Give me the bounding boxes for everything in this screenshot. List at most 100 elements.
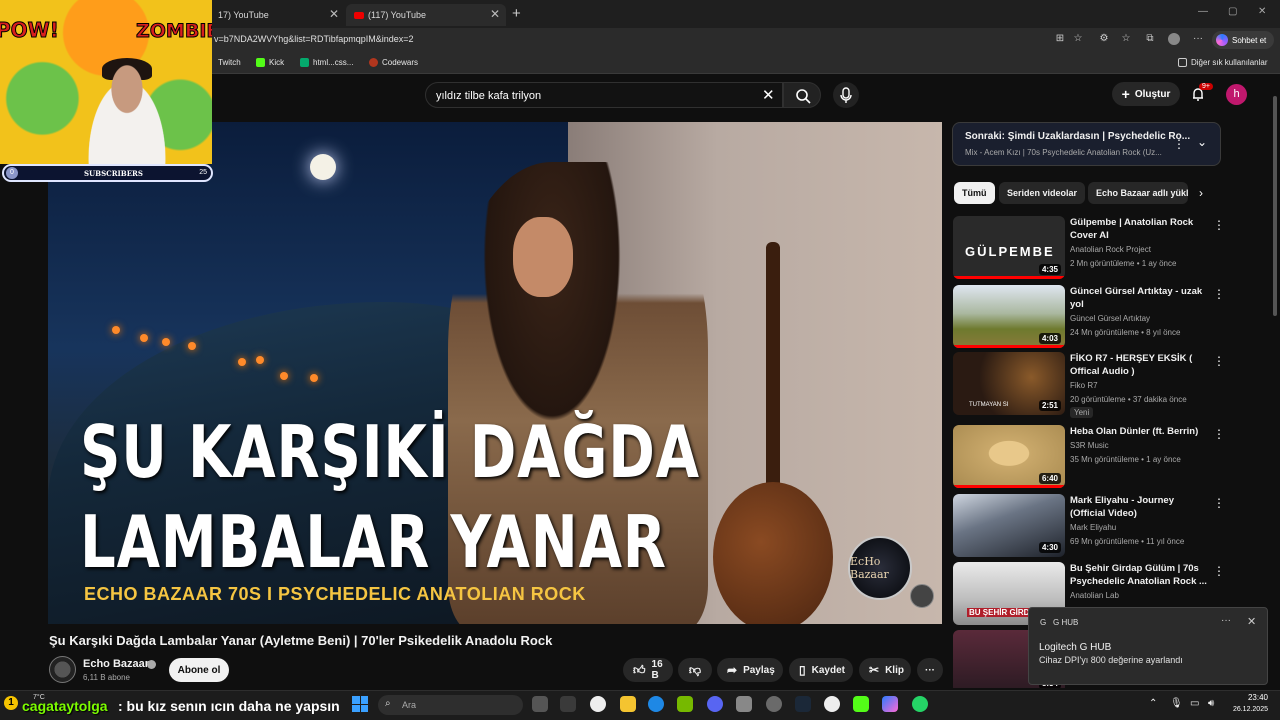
notification-toast[interactable]: G G HUB ··· ✕ Logitech G HUB Cihaz DPI'y… <box>1028 607 1268 685</box>
app-icon[interactable] <box>736 696 752 712</box>
avatar[interactable]: h <box>1226 84 1247 105</box>
new-tab-button[interactable]: + <box>512 5 521 22</box>
display-icon[interactable]: ▭ <box>1190 698 1199 709</box>
whatsapp-icon[interactable] <box>912 696 928 712</box>
share-button[interactable]: ➦ Paylaş <box>717 658 783 682</box>
maximize-icon[interactable]: ▢ <box>1228 6 1237 17</box>
edge-icon[interactable] <box>648 696 664 712</box>
recommendation-meta: 35 Mn görüntüleme • 1 ay önce <box>1070 455 1181 464</box>
kick-icon[interactable] <box>853 696 869 712</box>
lamp <box>280 372 288 380</box>
thumbnail-face <box>513 217 573 297</box>
other-bookmarks[interactable]: Diğer sık kullanılanlar <box>1178 58 1267 67</box>
scrollbar[interactable] <box>1272 76 1278 688</box>
taskbar-search[interactable]: ⌕ Ara <box>378 695 523 715</box>
app-icon[interactable] <box>824 696 840 712</box>
url-field[interactable]: v=b7NDA2WVYhg&list=RDTibfapmqpIM&index=2 <box>214 34 414 44</box>
video-player[interactable]: ŞU KARŞIKİ DAĞDA LAMBALAR YANAR ECHO BAZ… <box>48 122 942 624</box>
recommendation-thumbnail[interactable]: 4:03 <box>953 285 1065 348</box>
search-input[interactable]: yıldız tilbe kafa trilyon <box>425 82 783 108</box>
weather-icon[interactable]: 1 <box>4 696 18 710</box>
like-button[interactable]: 👍︎ 16 B <box>623 658 673 682</box>
favorites-icon[interactable]: ☆ <box>1120 33 1132 45</box>
clock-date[interactable]: 26.12.2025 <box>1222 706 1268 713</box>
bookmark-kick[interactable]: Kick <box>256 58 284 67</box>
microphone-button[interactable] <box>833 82 859 108</box>
kebab-icon[interactable]: ⋮ <box>1173 137 1185 151</box>
recommendation-thumbnail[interactable]: 4:30 <box>953 494 1065 557</box>
kebab-icon[interactable]: ⋮ <box>1213 218 1225 232</box>
youtube-icon <box>354 11 364 19</box>
kebab-icon[interactable]: ⋮ <box>1213 564 1225 578</box>
notification-app: G HUB <box>1053 618 1079 627</box>
recommendation-thumbnail[interactable]: TUTMAYAN SI 2:51 <box>953 352 1065 415</box>
subscribe-button[interactable]: Abone ol <box>169 658 229 682</box>
task-view-icon[interactable] <box>532 696 548 712</box>
more-actions-button[interactable]: ··· <box>917 658 943 682</box>
dislike-button[interactable]: 👎︎ <box>678 658 712 682</box>
recommendation-item[interactable]: 4:30 Mark Eliyahu - Journey (Official Vi… <box>953 494 1253 558</box>
kebab-icon[interactable]: ⋮ <box>1213 354 1225 368</box>
clear-search-icon[interactable]: ✕ <box>762 86 775 104</box>
kebab-icon[interactable]: ⋮ <box>1213 427 1225 441</box>
chatgpt-icon[interactable] <box>590 696 606 712</box>
streamer <box>78 60 176 164</box>
like-count: 16 B <box>651 659 663 681</box>
copilot-button[interactable]: Sohbet et <box>1212 31 1274 49</box>
file-explorer-icon[interactable] <box>620 696 636 712</box>
volume-icon[interactable]: 🔊︎ <box>1208 698 1214 709</box>
close-icon[interactable]: ✕ <box>329 7 339 21</box>
recommendation-item[interactable]: GÜLPEMBE 4:35 Gülpembe | Anatolian Rock … <box>953 216 1253 280</box>
close-icon[interactable]: ✕ <box>490 7 500 21</box>
recommendation-thumbnail[interactable]: GÜLPEMBE 4:35 <box>953 216 1065 279</box>
recommendation-item[interactable]: 6:40 Heba Olan Dünler (ft. Berrin) S3R M… <box>953 425 1253 489</box>
nvidia-icon[interactable] <box>677 696 693 712</box>
channel-name[interactable]: Echo Bazaar <box>83 658 149 670</box>
clock-time[interactable]: 23:40 <box>1228 693 1268 702</box>
profile-icon[interactable] <box>1168 33 1180 45</box>
start-button[interactable] <box>352 696 368 712</box>
thumbnail-subtitle: ECHO BAZAAR 70S I PSYCHEDELIC ANATOLIAN … <box>84 584 586 604</box>
more-icon[interactable]: ··· <box>1221 615 1231 626</box>
chip-all[interactable]: Tümü <box>954 182 995 204</box>
save-button[interactable]: ▯ Kaydet <box>789 658 853 682</box>
app-icon[interactable] <box>766 696 782 712</box>
scrollbar-thumb[interactable] <box>1273 96 1277 316</box>
menu-icon[interactable]: ··· <box>1192 33 1204 45</box>
collections-icon[interactable]: ⧉ <box>1144 33 1156 45</box>
playlist-panel[interactable]: Sonraki: Şimdi Uzaklardasın | Psychedeli… <box>952 122 1221 166</box>
split-screen-icon[interactable]: ⊞ <box>1054 33 1066 45</box>
browser-tab-active[interactable]: (117) YouTube ✕ <box>346 4 506 26</box>
close-window-icon[interactable]: ✕ <box>1258 6 1266 17</box>
kebab-icon[interactable]: ⋮ <box>1213 496 1225 510</box>
folder-icon <box>1178 58 1187 67</box>
bookmark-twitch[interactable]: Twitch <box>218 58 241 67</box>
recommendation-thumbnail[interactable]: 6:40 <box>953 425 1065 488</box>
chevron-down-icon[interactable]: ⌄ <box>1197 135 1207 149</box>
browser-tab[interactable]: 17) YouTube ✕ <box>210 4 345 26</box>
channel-subscribers: 6,11 B abone <box>83 673 131 682</box>
steam-icon[interactable] <box>795 696 811 712</box>
close-icon[interactable]: ✕ <box>1247 615 1256 628</box>
chip-series[interactable]: Seriden videolar <box>999 182 1086 204</box>
bookmark-codewars[interactable]: Codewars <box>369 58 418 67</box>
clip-button[interactable]: ✂ Klip <box>859 658 911 682</box>
windows-logo-quadrant <box>352 696 360 704</box>
recommendation-item[interactable]: TUTMAYAN SI 2:51 FİKO R7 - HERŞEY EKSİK … <box>953 352 1253 418</box>
discord-icon[interactable] <box>707 696 723 712</box>
bookmark-html-css[interactable]: html...css... <box>300 58 353 67</box>
minimize-icon[interactable]: — <box>1198 6 1208 17</box>
kebab-icon[interactable]: ⋮ <box>1213 287 1225 301</box>
chevron-right-icon[interactable]: › <box>1199 186 1203 200</box>
chip-channel-uploads[interactable]: Echo Bazaar adlı yükl <box>1088 182 1188 204</box>
create-button[interactable]: + Oluştur <box>1112 82 1180 106</box>
app-icon[interactable] <box>560 696 576 712</box>
chevron-up-icon[interactable]: ⌃ <box>1149 698 1157 709</box>
channel-avatar[interactable] <box>49 656 76 683</box>
extensions-icon[interactable]: ⚙ <box>1098 33 1110 45</box>
copilot-icon[interactable] <box>882 696 898 712</box>
search-button[interactable] <box>783 82 821 108</box>
favorite-star-icon[interactable]: ☆ <box>1072 33 1084 45</box>
recommendation-item[interactable]: 4:03 Güncel Gürsel Artıktay - uzak yol G… <box>953 285 1253 349</box>
microphone-icon[interactable]: 🎙︎ <box>1170 698 1183 709</box>
